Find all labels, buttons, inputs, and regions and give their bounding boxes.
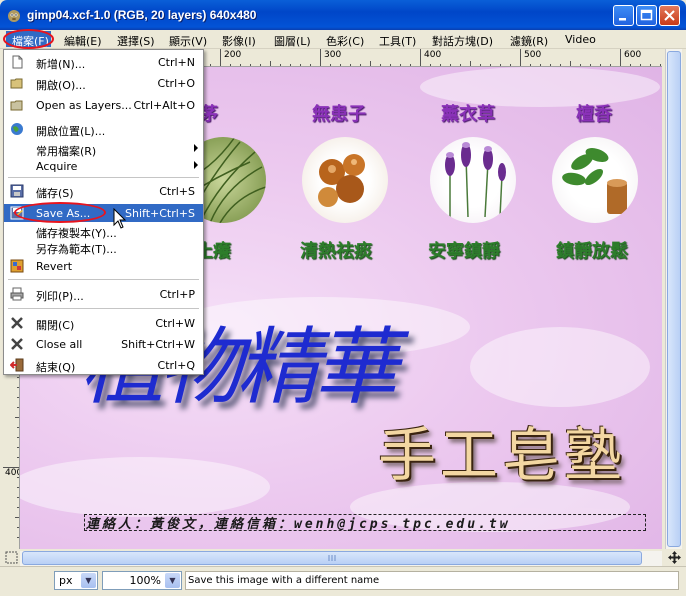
minimize-icon xyxy=(619,18,626,21)
sandalwood-image xyxy=(552,137,638,223)
canvas-sub-title: 手工皂塾 xyxy=(378,421,627,489)
menu-item-shortcut: Ctrl+Alt+O xyxy=(133,99,195,112)
close-window-button[interactable] xyxy=(659,5,680,26)
menu-colors[interactable]: 色彩(C) xyxy=(326,33,364,49)
menu-item-label: 開啟(O)... xyxy=(36,79,86,92)
close-icon xyxy=(664,10,675,21)
navigate-icon xyxy=(668,551,681,564)
quit-icon xyxy=(10,358,24,372)
open-layers-icon xyxy=(10,100,23,111)
menu-separator xyxy=(8,279,199,280)
menu-item-revert[interactable]: Revert xyxy=(4,257,203,275)
menu-item-shortcut: Shift+Ctrl+W xyxy=(121,338,195,351)
menu-item-label: Revert xyxy=(36,260,73,273)
vertical-scroll-thumb[interactable] xyxy=(667,51,681,547)
menu-item-quit[interactable]: 結束(Q) Ctrl+Q xyxy=(4,356,203,374)
minimize-button[interactable] xyxy=(613,5,634,26)
menu-item-print[interactable]: 列印(P)... Ctrl+P xyxy=(4,285,203,303)
menu-item-shortcut: Ctrl+N xyxy=(157,56,195,69)
soapnut-image xyxy=(302,137,388,223)
menu-filters[interactable]: 濾鏡(R) xyxy=(510,33,548,49)
menu-item-shortcut: Shift+Ctrl+S xyxy=(125,207,195,220)
menu-item-save-template[interactable]: 另存為範本(T)... xyxy=(4,238,203,256)
menu-separator xyxy=(8,308,199,309)
window-title: gimp04.xcf-1.0 (RGB, 20 layers) 640x480 xyxy=(27,8,257,22)
submenu-arrow-icon xyxy=(194,144,198,152)
menu-item-shortcut: Ctrl+P xyxy=(159,288,195,301)
herb-effect-4: 鎮靜放鬆 xyxy=(556,241,628,262)
close-x-icon xyxy=(11,317,23,329)
menu-item-shortcut: Ctrl+O xyxy=(157,77,195,90)
chevron-down-icon: ▼ xyxy=(81,573,96,588)
menu-select[interactable]: 選擇(S) xyxy=(117,33,155,49)
open-folder-icon xyxy=(10,78,23,89)
mouse-cursor-icon xyxy=(113,208,127,229)
gimp-app-icon xyxy=(8,10,20,22)
menu-item-label: 新增(N)... xyxy=(36,58,86,71)
maximize-button[interactable] xyxy=(636,5,657,26)
unit-select[interactable]: px ▼ xyxy=(54,571,98,590)
menu-item-label: 結束(Q) xyxy=(36,361,76,374)
menu-view[interactable]: 顯示(V) xyxy=(169,33,207,49)
menu-edit[interactable]: 編輯(E) xyxy=(64,33,102,49)
menu-item-shortcut: Ctrl+Q xyxy=(157,359,195,372)
quick-mask-toggle[interactable] xyxy=(4,550,19,565)
lavender-image xyxy=(430,137,516,223)
zoom-select[interactable]: 100% ▼ xyxy=(102,571,182,590)
menu-item-label: Open as Layers... xyxy=(36,99,132,112)
menu-item-label: 列印(P)... xyxy=(36,290,84,303)
menu-item-label: 開啟位置(L)... xyxy=(36,125,106,138)
vertical-scrollbar[interactable] xyxy=(665,49,682,549)
menu-item-open-location[interactable]: 開啟位置(L)... xyxy=(4,120,203,138)
menu-item-label: Close all xyxy=(36,338,83,351)
menu-separator xyxy=(8,177,199,178)
close-all-icon xyxy=(11,338,23,350)
globe-icon xyxy=(11,123,23,135)
herb-effect-2: 清熱祛痰 xyxy=(300,241,372,262)
menu-item-open-as-layers[interactable]: Open as Layers... Ctrl+Alt+O xyxy=(4,96,203,114)
title-bar: gimp04.xcf-1.0 (RGB, 20 layers) 640x480 xyxy=(0,0,686,30)
herb-name-4: 檀香 xyxy=(576,104,612,125)
save-icon xyxy=(10,184,24,198)
menu-item-new[interactable]: 新增(N)... Ctrl+N xyxy=(4,53,203,71)
status-message: Save this image with a different name xyxy=(185,571,679,590)
save-as-annotation-circle xyxy=(14,202,106,223)
menu-item-label: 另存為範本(T)... xyxy=(36,243,117,256)
status-message-text: Save this image with a different name xyxy=(188,575,380,586)
menu-item-close-all[interactable]: Close all Shift+Ctrl+W xyxy=(4,335,203,353)
menu-image[interactable]: 影像(I) xyxy=(222,33,256,49)
quick-mask-icon xyxy=(5,551,18,564)
grip-icon xyxy=(328,555,336,561)
menu-layer[interactable]: 圖層(L) xyxy=(274,33,311,49)
menu-item-shortcut: Ctrl+W xyxy=(155,317,195,330)
navigate-button[interactable] xyxy=(667,550,682,565)
new-file-icon xyxy=(12,55,23,69)
revert-icon xyxy=(10,259,24,273)
menu-item-label: Acquire xyxy=(36,160,78,173)
menu-item-recent[interactable]: 常用檔案(R) xyxy=(4,140,203,158)
menu-video[interactable]: Video xyxy=(565,33,596,46)
menu-item-label: 關閉(C) xyxy=(36,319,75,332)
herb-effect-3: 安寧鎮靜 xyxy=(428,241,500,262)
menu-file-annotation-circle xyxy=(3,29,54,49)
zoom-select-value: 100% xyxy=(129,574,161,587)
submenu-arrow-icon xyxy=(194,161,198,169)
maximize-icon xyxy=(640,9,653,21)
horizontal-scroll-thumb[interactable] xyxy=(22,551,642,565)
menu-tools[interactable]: 工具(T) xyxy=(379,33,416,49)
herb-name-3: 薰衣草 xyxy=(441,104,495,125)
menu-item-open[interactable]: 開啟(O)... Ctrl+O xyxy=(4,74,203,92)
menu-item-acquire[interactable]: Acquire xyxy=(4,157,203,175)
print-icon xyxy=(10,287,24,301)
menu-item-save[interactable]: 儲存(S) Ctrl+S xyxy=(4,182,203,200)
menu-item-label: 儲存(S) xyxy=(36,187,74,200)
canvas-contact-text: 連絡人：黃俊文，連絡信箱：wenh@jcps.tpc.edu.tw xyxy=(86,517,511,532)
herb-name-2: 無患子 xyxy=(312,104,366,125)
pointer-coordinates xyxy=(10,573,30,589)
menu-dialogs[interactable]: 對話方塊(D) xyxy=(432,33,493,49)
unit-select-value: px xyxy=(59,574,73,587)
menu-item-close[interactable]: 關閉(C) Ctrl+W xyxy=(4,314,203,332)
chevron-down-icon: ▼ xyxy=(165,573,180,588)
menu-item-shortcut: Ctrl+S xyxy=(159,185,195,198)
